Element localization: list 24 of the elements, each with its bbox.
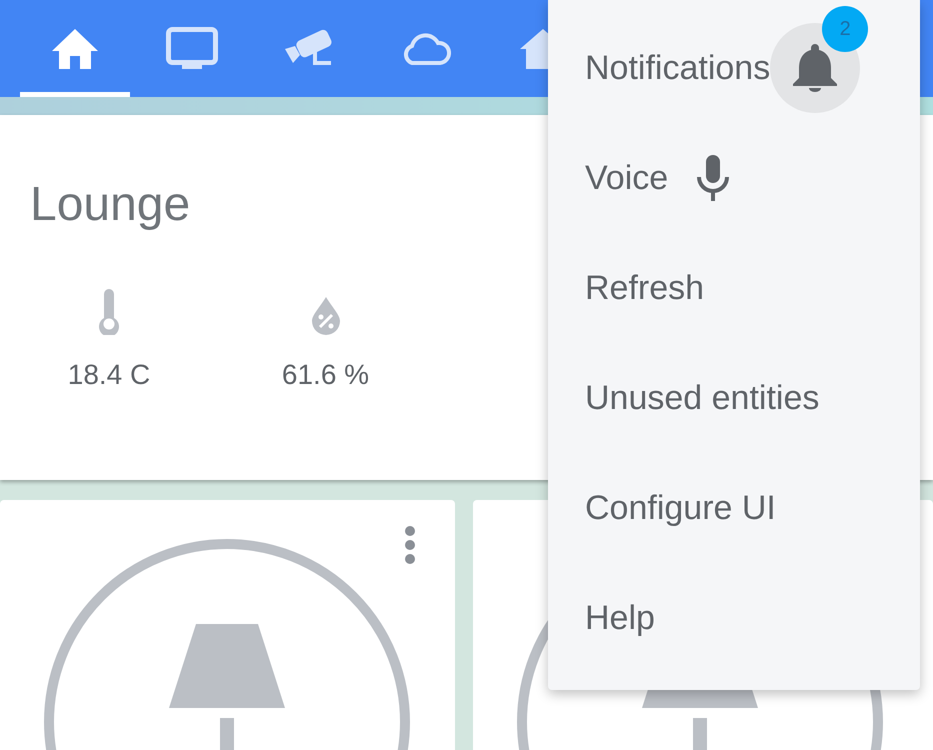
monitor-icon — [166, 26, 218, 70]
menu-item[interactable]: Configure UI — [548, 453, 920, 563]
menu-item-label: Unused entities — [585, 378, 820, 418]
menu-item-label: Voice — [585, 158, 668, 198]
menu-item-label: Notifications — [585, 48, 770, 88]
humidity-icon — [312, 297, 340, 335]
sensor-value: 18.4 C — [68, 359, 150, 391]
light-card[interactable] — [0, 500, 455, 750]
microphone-icon — [696, 155, 730, 201]
sensor-value: 61.6 % — [282, 359, 370, 391]
menu-item-label: Configure UI — [585, 488, 776, 528]
bell-icon — [793, 44, 838, 92]
menu-item[interactable]: Voice — [548, 123, 920, 233]
more-options-icon[interactable] — [405, 526, 415, 564]
home-icon — [52, 28, 98, 68]
menu-item[interactable]: Refresh — [548, 233, 920, 343]
notification-count-badge: 2 — [822, 6, 868, 52]
menu-item[interactable]: Help — [548, 563, 920, 673]
menu-item-label: Refresh — [585, 268, 704, 308]
menu-item[interactable]: Unused entities — [548, 343, 920, 453]
menu-item-label: Help — [585, 598, 655, 638]
menu-item[interactable]: Notifications 2 — [548, 0, 920, 123]
area-title: Lounge — [30, 177, 190, 233]
thermometer-icon — [96, 288, 122, 335]
